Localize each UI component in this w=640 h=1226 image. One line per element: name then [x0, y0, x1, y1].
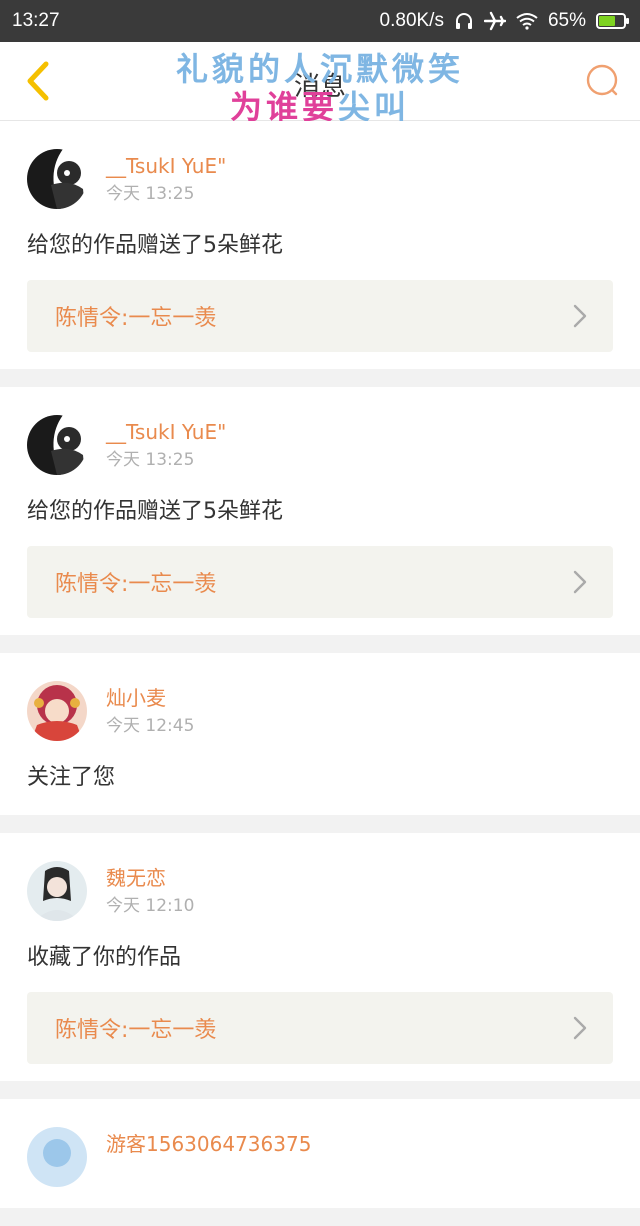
wifi-icon	[516, 13, 538, 30]
message-meta: __TsukI YuE" 今天 13:25	[106, 149, 226, 207]
avatar[interactable]	[27, 681, 87, 741]
chevron-right-icon	[573, 570, 587, 594]
message-list: __TsukI YuE" 今天 13:25 给您的作品赠送了5朵鲜花 陈情令:一…	[0, 121, 640, 1226]
status-time: 13:27	[12, 10, 60, 31]
avatar[interactable]	[27, 861, 87, 921]
work-link[interactable]: 陈情令:一忘一羡	[27, 992, 613, 1064]
status-bar: 13:27 0.80K/s 65%	[0, 0, 640, 42]
work-title: 陈情令:一忘一羡	[55, 572, 217, 597]
timestamp: 今天 13:25	[106, 450, 195, 470]
message-card: __TsukI YuE" 今天 13:25 给您的作品赠送了5朵鲜花 陈情令:一…	[0, 387, 640, 635]
message-text: 收藏了你的作品	[27, 945, 182, 970]
message-meta: 灿小麦 今天 12:45	[106, 681, 194, 739]
timestamp: 今天 12:10	[106, 896, 195, 916]
username[interactable]: 灿小麦	[106, 685, 194, 711]
message-card: 灿小麦 今天 12:45 关注了您	[0, 653, 640, 815]
battery-icon	[596, 13, 629, 29]
message-meta: __TsukI YuE" 今天 13:25	[106, 415, 226, 473]
message-card: __TsukI YuE" 今天 13:25 给您的作品赠送了5朵鲜花 陈情令:一…	[0, 121, 640, 369]
username[interactable]: 游客1563064736375	[106, 1131, 311, 1157]
message-header: __TsukI YuE" 今天 13:25	[27, 149, 613, 213]
message-header: 灿小麦 今天 12:45	[27, 681, 613, 745]
work-title: 陈情令:一忘一羡	[55, 1018, 217, 1043]
username[interactable]: 魏无恋	[106, 865, 194, 891]
battery-percent: 65%	[547, 10, 586, 31]
message-meta: 魏无恋 今天 12:10	[106, 861, 194, 919]
message-card: 游客1563064736375	[0, 1099, 640, 1208]
message-text: 给您的作品赠送了5朵鲜花	[27, 233, 283, 258]
status-icons: 0.80K/s 65%	[379, 10, 629, 32]
username[interactable]: __TsukI YuE"	[106, 153, 226, 179]
work-link[interactable]: 陈情令:一忘一羡	[27, 546, 613, 618]
message-card: 魏无恋 今天 12:10 收藏了你的作品 陈情令:一忘一羡	[0, 833, 640, 1081]
work-title: 陈情令:一忘一羡	[55, 306, 217, 331]
timestamp: 今天 13:25	[106, 184, 195, 204]
search-icon	[586, 64, 618, 96]
message-text: 关注了您	[27, 765, 116, 790]
message-header: 游客1563064736375	[27, 1127, 613, 1191]
app-header: 消息 礼貌的人沉默微笑 为谁要尖叫	[0, 42, 640, 126]
timestamp: 今天 12:45	[106, 716, 195, 736]
avatar[interactable]	[27, 149, 87, 209]
chevron-right-icon	[573, 1016, 587, 1040]
search-button[interactable]	[580, 58, 626, 104]
chevron-right-icon	[573, 304, 587, 328]
airplane-icon	[483, 11, 506, 31]
message-meta: 游客1563064736375	[106, 1127, 311, 1157]
avatar[interactable]	[27, 1127, 87, 1187]
message-text: 给您的作品赠送了5朵鲜花	[27, 499, 283, 524]
work-link[interactable]: 陈情令:一忘一羡	[27, 280, 613, 352]
headphones-icon	[455, 13, 472, 29]
message-header: __TsukI YuE" 今天 13:25	[27, 415, 613, 479]
username[interactable]: __TsukI YuE"	[106, 419, 226, 445]
avatar[interactable]	[27, 415, 87, 475]
message-header: 魏无恋 今天 12:10	[27, 861, 613, 925]
network-speed: 0.80K/s	[379, 10, 444, 31]
